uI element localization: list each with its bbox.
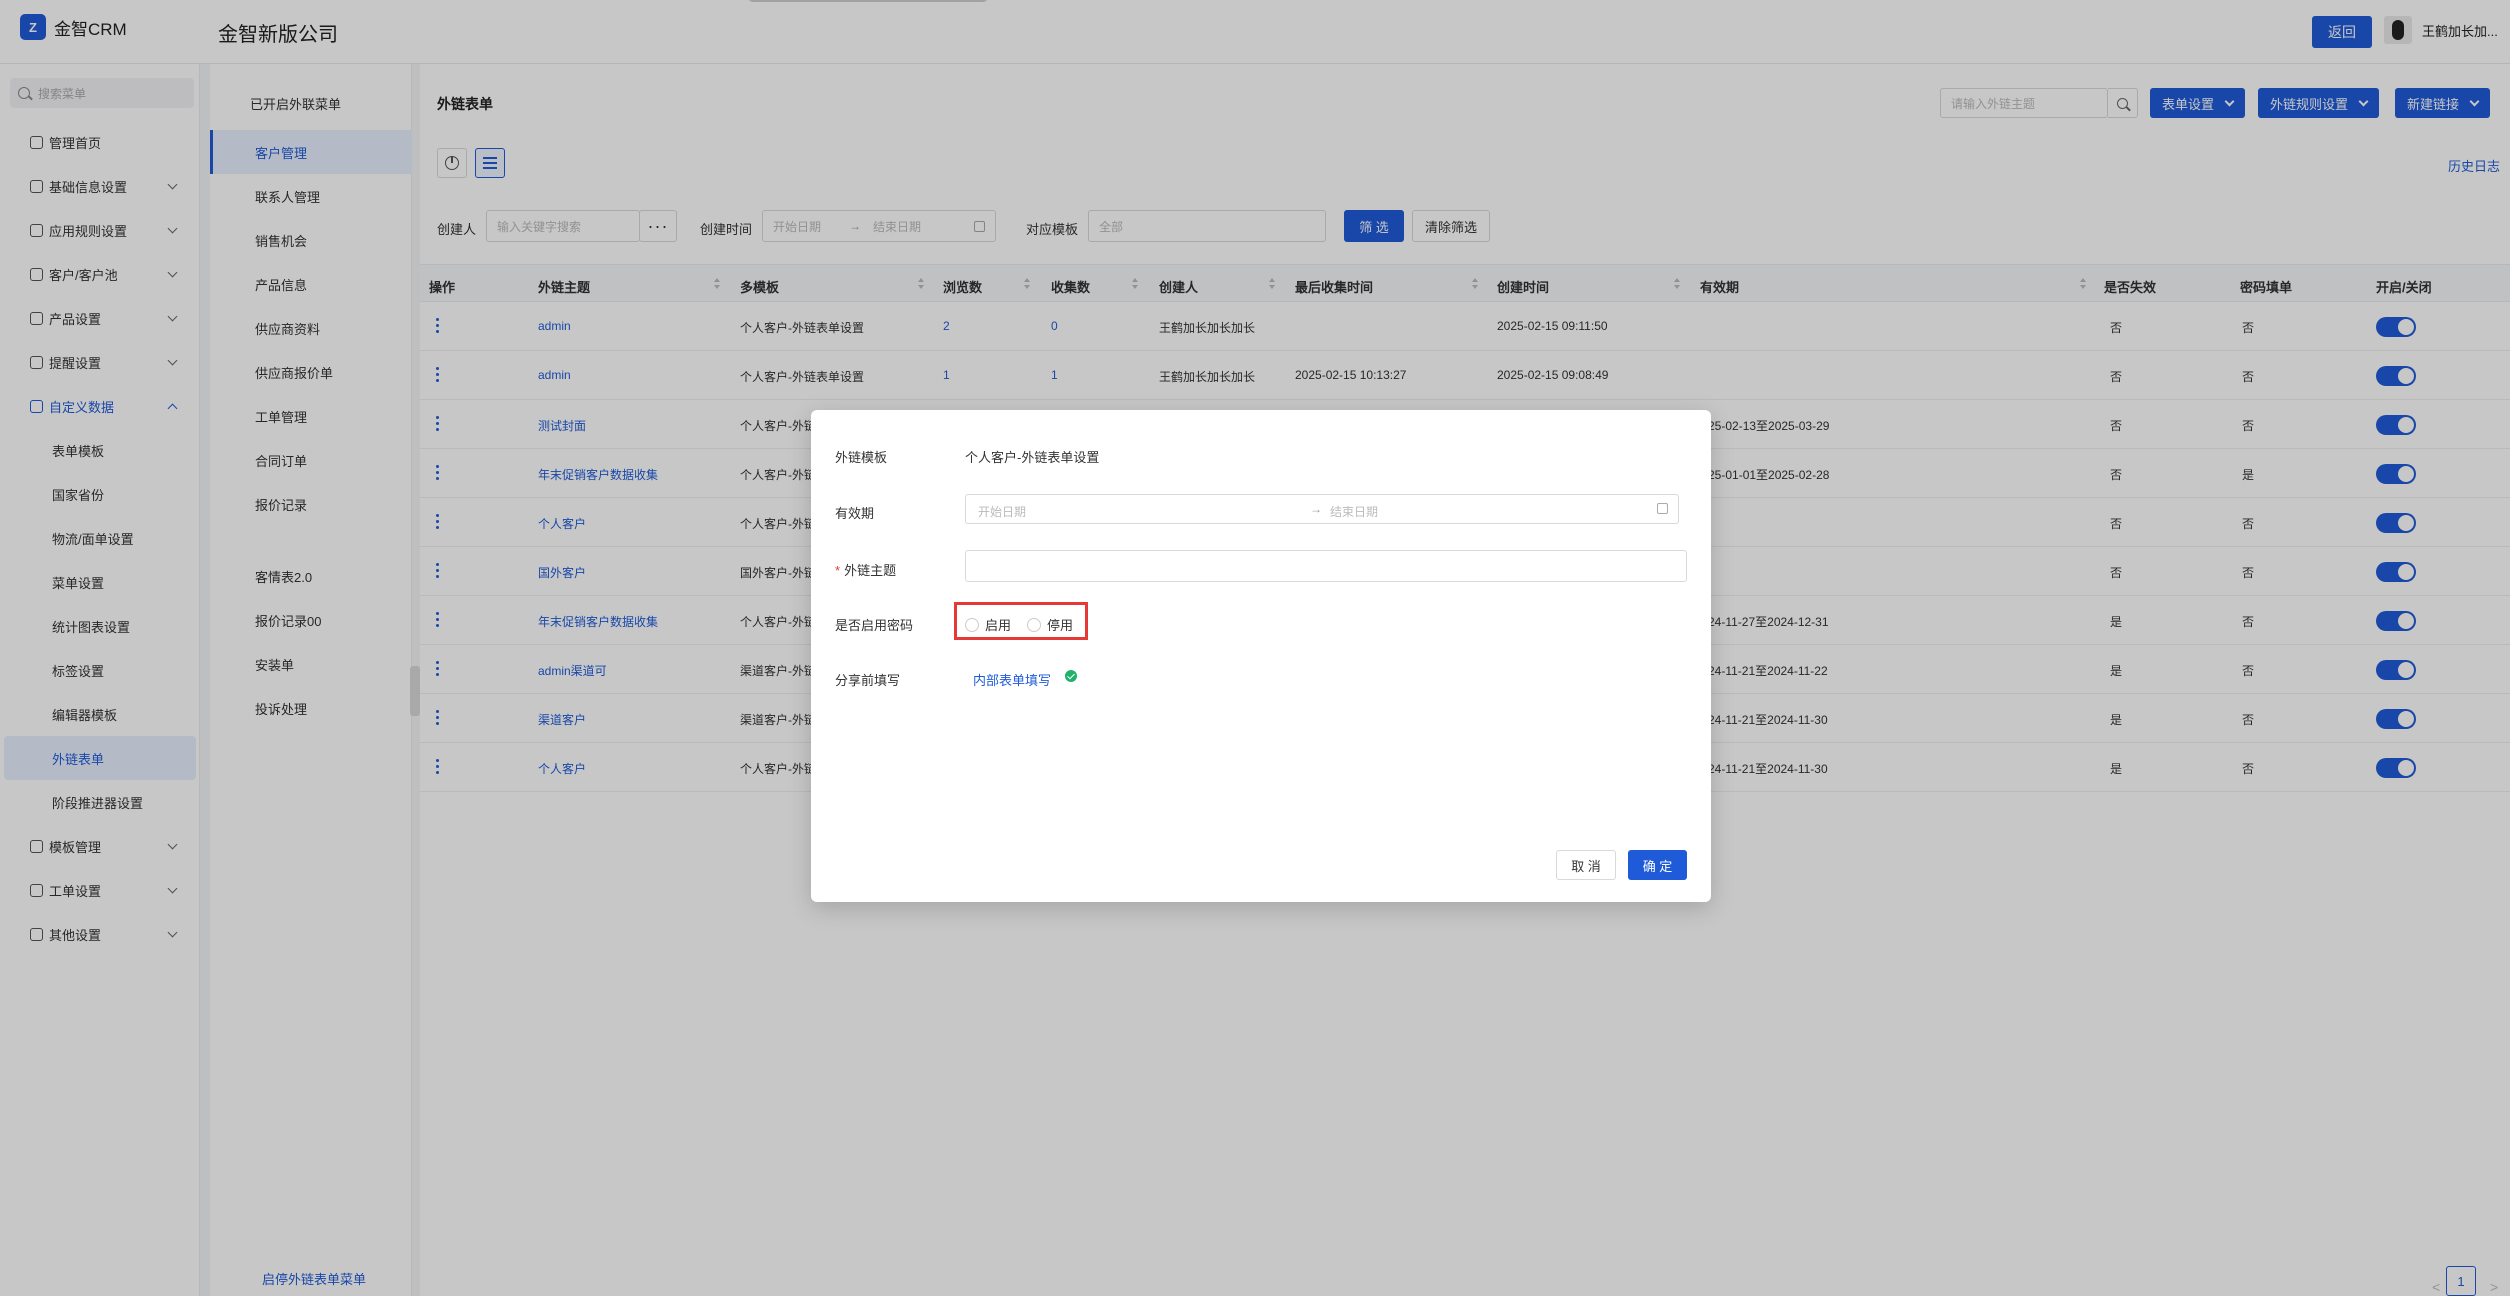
topic-label: * 外链主题 xyxy=(835,560,896,579)
radio-disable-label: 停用 xyxy=(1047,618,1074,633)
radio-circle-icon xyxy=(1027,617,1041,632)
confirm-button[interactable]: 确 定 xyxy=(1628,850,1687,880)
required-mark: * xyxy=(835,563,841,578)
cancel-button[interactable]: 取 消 xyxy=(1556,850,1616,880)
password-label: 是否启用密码 xyxy=(835,618,914,633)
validity-date-range[interactable]: 开始日期 → 结束日期 xyxy=(965,494,1679,524)
validity-label: 有效期 xyxy=(835,506,875,521)
template-label: 外链模板 xyxy=(835,450,888,465)
share-label: 分享前填写 xyxy=(835,673,901,688)
arrow-right-icon: → xyxy=(1310,502,1322,516)
radio-enable[interactable]: 启用 xyxy=(965,615,1011,634)
radio-enable-label: 启用 xyxy=(985,618,1012,633)
topic-label-text: 外链主题 xyxy=(844,563,897,578)
radio-disable[interactable]: 停用 xyxy=(1027,615,1073,634)
template-value: 个人客户-外链表单设置 xyxy=(965,450,1100,465)
end-date-placeholder: 结束日期 xyxy=(1330,505,1379,519)
external-link-dialog: 外链模板 个人客户-外链表单设置 有效期 开始日期 → 结束日期 * 外链主题 是… xyxy=(811,410,1711,902)
internal-form-link[interactable]: 内部表单填写 xyxy=(973,670,1051,689)
calendar-icon xyxy=(1657,503,1668,514)
password-radio-highlight: 启用 停用 xyxy=(954,602,1088,640)
radio-circle-icon xyxy=(965,617,979,632)
check-circle-icon xyxy=(1065,670,1077,682)
topic-input[interactable] xyxy=(965,550,1687,582)
start-date-placeholder: 开始日期 xyxy=(978,505,1027,519)
